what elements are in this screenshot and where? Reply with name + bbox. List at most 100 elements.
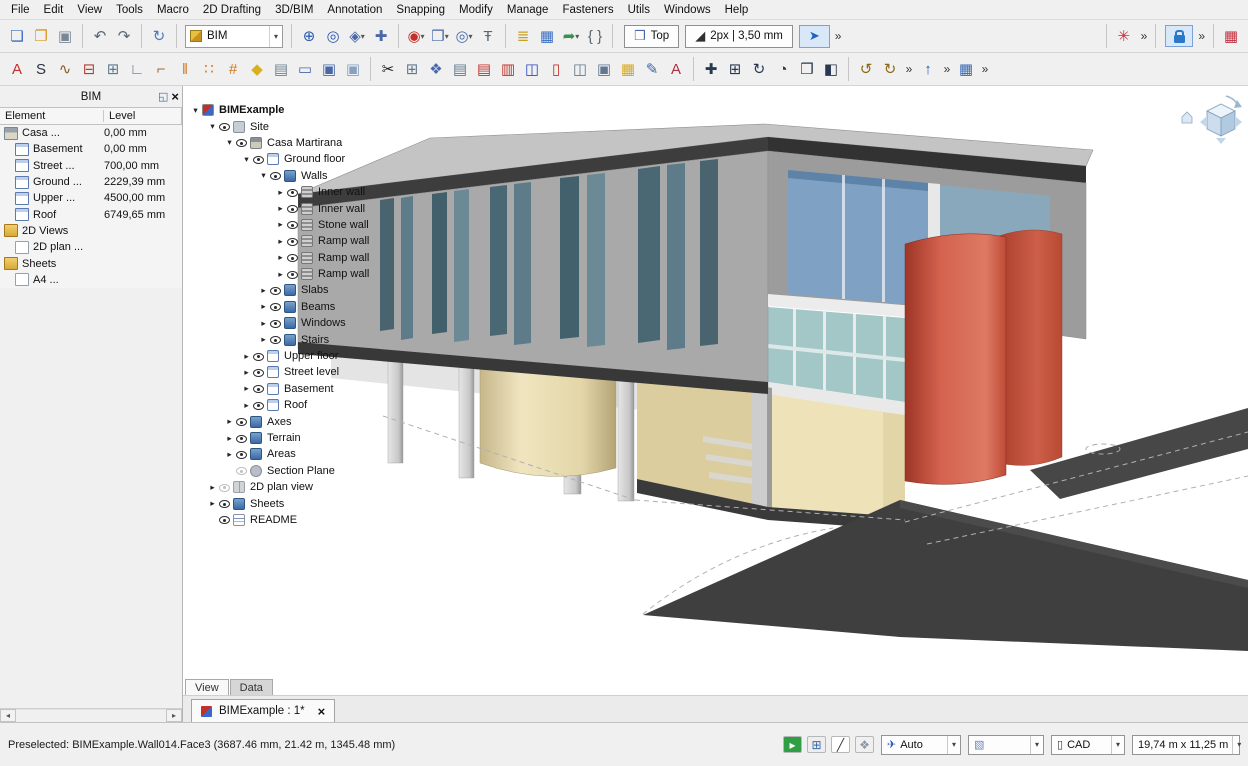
tree-item[interactable]: Beams [188, 299, 369, 315]
toolbar-button[interactable]: ↶ [88, 23, 112, 49]
visibility-eye-icon[interactable] [286, 218, 300, 231]
terrain-ramp[interactable] [643, 500, 1248, 651]
tool-button[interactable]: ‖ [173, 56, 197, 82]
dock-panel-icon[interactable]: ◱ [158, 90, 168, 103]
tool-button[interactable]: ◫ [520, 56, 544, 82]
lock-toggle-button[interactable] [1165, 25, 1193, 47]
chevron-down-icon[interactable]: ▾ [1030, 736, 1043, 754]
toolbar-button[interactable]: ➦▾ [559, 23, 583, 49]
tool-button[interactable]: ↻ [878, 56, 902, 82]
tool-button[interactable]: » [940, 56, 954, 82]
status-dropdown[interactable]: ✈ Auto ▾ [881, 735, 961, 755]
tool-button[interactable]: ✂ [376, 56, 400, 82]
tool-button[interactable]: ❖ [424, 56, 448, 82]
expand-arrow-icon[interactable] [275, 203, 286, 214]
tool-button[interactable]: ⊞ [101, 56, 125, 82]
tool-button[interactable]: S [29, 56, 53, 82]
tree-item[interactable]: Stairs [188, 331, 369, 347]
tree-item[interactable]: Ramp wall [188, 266, 369, 282]
menu-item[interactable]: File [4, 2, 37, 18]
bim-panel-row[interactable]: Basement 0,00 mm [0, 141, 182, 157]
visibility-eye-icon[interactable] [269, 284, 283, 297]
menu-item[interactable]: Edit [37, 2, 71, 18]
status-toggle-button[interactable]: ╱ [831, 736, 850, 753]
tree-item[interactable]: Site [188, 118, 369, 134]
tool-button[interactable]: ✚ [699, 56, 723, 82]
toolbar-button[interactable]: ≣ [511, 23, 535, 49]
tree-item[interactable]: Areas [188, 446, 369, 462]
expand-arrow-icon[interactable] [275, 187, 286, 198]
scroll-right-button[interactable]: ▸ [166, 709, 182, 722]
lineweight-button[interactable]: ◢ 2px | 3,50 mm [685, 25, 793, 48]
menu-item[interactable]: Utils [621, 2, 657, 18]
toolbar-button[interactable]: ◎▾ [452, 23, 476, 49]
tool-button[interactable]: ∿ [53, 56, 77, 82]
visibility-eye-icon[interactable] [286, 202, 300, 215]
tool-button[interactable]: ▤ [472, 56, 496, 82]
bim-panel-row[interactable]: Sheets [0, 255, 182, 271]
expand-arrow-icon[interactable] [275, 236, 286, 247]
visibility-eye-icon[interactable] [269, 317, 283, 330]
tree-item[interactable]: Upper floor [188, 348, 369, 364]
tool-button[interactable] [370, 57, 371, 81]
scroll-left-button[interactable]: ◂ [0, 709, 16, 722]
visibility-eye-icon[interactable] [252, 366, 266, 379]
toolbar-button[interactable]: ▣ [53, 23, 77, 49]
viewport-tab[interactable]: Data [230, 679, 273, 695]
visibility-eye-icon[interactable] [235, 464, 249, 477]
tool-button[interactable]: ▣ [592, 56, 616, 82]
tool-button[interactable]: ⌐ [149, 56, 173, 82]
toolbar-button[interactable]: ◈▾ [345, 23, 369, 49]
tree-item[interactable]: Basement [188, 381, 369, 397]
tree-item[interactable]: BIMExample [188, 102, 369, 118]
toolbar-overflow-button[interactable]: » [1195, 29, 1208, 43]
expand-arrow-icon[interactable] [258, 170, 269, 181]
viewport-3d[interactable]: BIMExample Site [183, 86, 1248, 695]
visibility-eye-icon[interactable] [252, 382, 266, 395]
expand-arrow-icon[interactable] [275, 269, 286, 280]
visibility-eye-icon[interactable] [218, 497, 232, 510]
tree-item[interactable]: Sheets [188, 495, 369, 511]
expand-arrow-icon[interactable] [258, 301, 269, 312]
bim-panel-row[interactable]: Street ... 700,00 mm [0, 158, 182, 174]
assembly-button[interactable]: ✳ [1112, 23, 1136, 49]
tool-button[interactable]: ▭ [293, 56, 317, 82]
visibility-eye-icon[interactable] [235, 448, 249, 461]
tree-item[interactable]: Axes [188, 413, 369, 429]
expand-arrow-icon[interactable] [207, 121, 218, 132]
scrollbar-track[interactable] [16, 709, 166, 722]
tool-button[interactable]: ↻ [747, 56, 771, 82]
toolbar-overflow-button[interactable]: » [1138, 29, 1151, 43]
tool-button[interactable]: ▯ [544, 56, 568, 82]
tool-button[interactable] [693, 57, 694, 81]
visibility-eye-icon[interactable] [218, 513, 232, 526]
tool-button[interactable]: ∟ [125, 56, 149, 82]
expand-arrow-icon[interactable] [275, 219, 286, 230]
visibility-eye-icon[interactable] [286, 235, 300, 248]
visibility-eye-icon[interactable] [218, 481, 232, 494]
viewport-tab[interactable]: View [185, 679, 229, 695]
visibility-eye-icon[interactable] [286, 268, 300, 281]
bim-panel-row[interactable]: 2D plan ... [0, 239, 182, 255]
visibility-eye-icon[interactable] [286, 251, 300, 264]
expand-arrow-icon[interactable] [224, 433, 235, 444]
toolbar-button[interactable]: Ŧ [476, 23, 500, 49]
tool-button[interactable]: ⊟ [77, 56, 101, 82]
bim-panel-row[interactable]: Upper ... 4500,00 mm [0, 190, 182, 206]
toolbar-button[interactable]: ❒▾ [428, 23, 452, 49]
tree-item[interactable]: Inner wall [188, 200, 369, 216]
tree-item[interactable]: Ramp wall [188, 233, 369, 249]
tool-button[interactable]: ❒ [795, 56, 819, 82]
tool-button[interactable]: ◫ [568, 56, 592, 82]
menu-item[interactable]: 3D/BIM [268, 2, 320, 18]
expand-arrow-icon[interactable] [241, 154, 252, 165]
chevron-down-icon[interactable]: ▾ [1232, 736, 1245, 754]
column-header-level[interactable]: Level [104, 110, 135, 122]
toolbar-overflow-button[interactable]: » [832, 29, 845, 43]
tool-button[interactable]: ✎ [640, 56, 664, 82]
tool-button[interactable]: ◧ [819, 56, 843, 82]
tool-button[interactable]: ▣ [317, 56, 341, 82]
quad-cursor-button[interactable]: ➤ [799, 25, 830, 48]
status-dropdown[interactable]: 19,74 m x 11,25 m ▾ [1132, 735, 1240, 755]
bim-panel-row[interactable]: Roof 6749,65 mm [0, 206, 182, 222]
